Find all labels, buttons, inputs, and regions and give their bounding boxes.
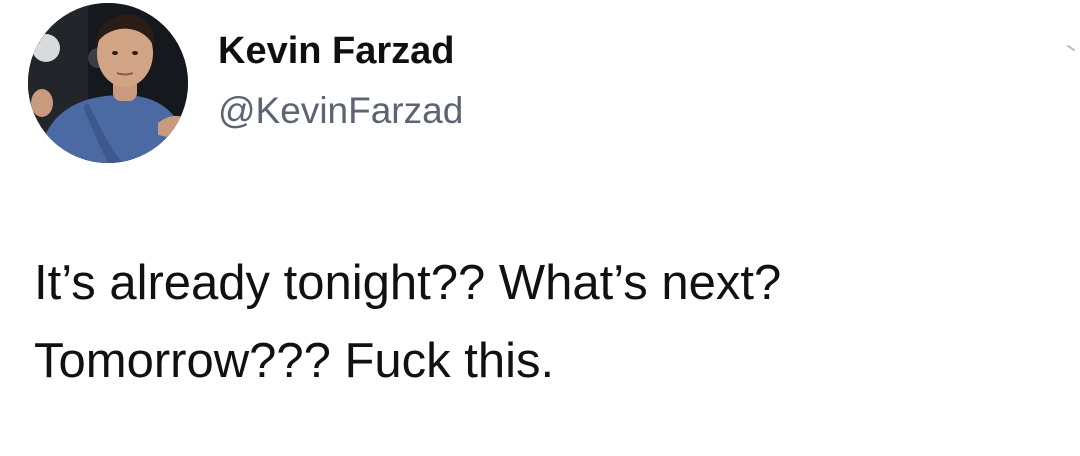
tweet-text-line: Tomorrow??? Fuck this.: [34, 334, 555, 388]
avatar[interactable]: [28, 3, 188, 163]
profile-photo-icon: [28, 3, 188, 163]
tweet-text: It’s already tonight?? What’s next? Tomo…: [34, 244, 1064, 400]
author-display-name[interactable]: Kevin Farzad: [218, 30, 455, 73]
tweet-card: Kevin Farzad @KevinFarzad It’s already t…: [0, 0, 1080, 456]
tweet-text-line: It’s already tonight?? What’s next?: [34, 256, 782, 310]
author-handle[interactable]: @KevinFarzad: [218, 90, 463, 132]
chevron-down-icon[interactable]: [1064, 40, 1080, 60]
